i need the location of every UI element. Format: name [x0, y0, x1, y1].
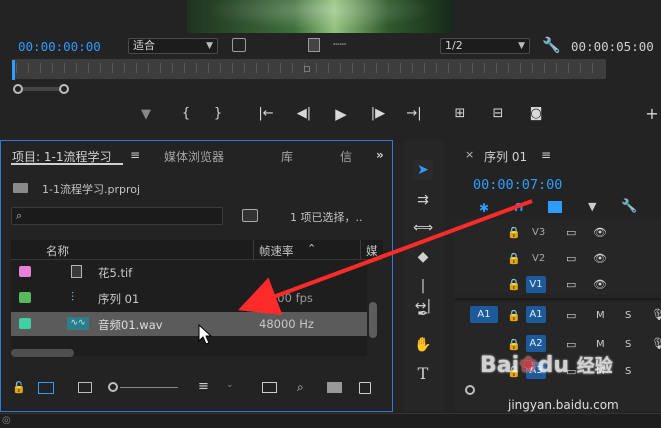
baidu-watermark: Bai❀du 经验 — [480, 352, 613, 378]
status-bar: ◎ — [0, 413, 661, 428]
status-icon: ◎ — [2, 415, 11, 426]
baidu-paw-icon: ❀ — [519, 353, 538, 378]
watermark-brand: Bai — [480, 353, 520, 378]
watermark-url: jingyan.baidu.com — [508, 398, 619, 412]
watermark-brand-2: du — [537, 353, 570, 378]
watermark-brand-cn: 经验 — [576, 356, 613, 377]
